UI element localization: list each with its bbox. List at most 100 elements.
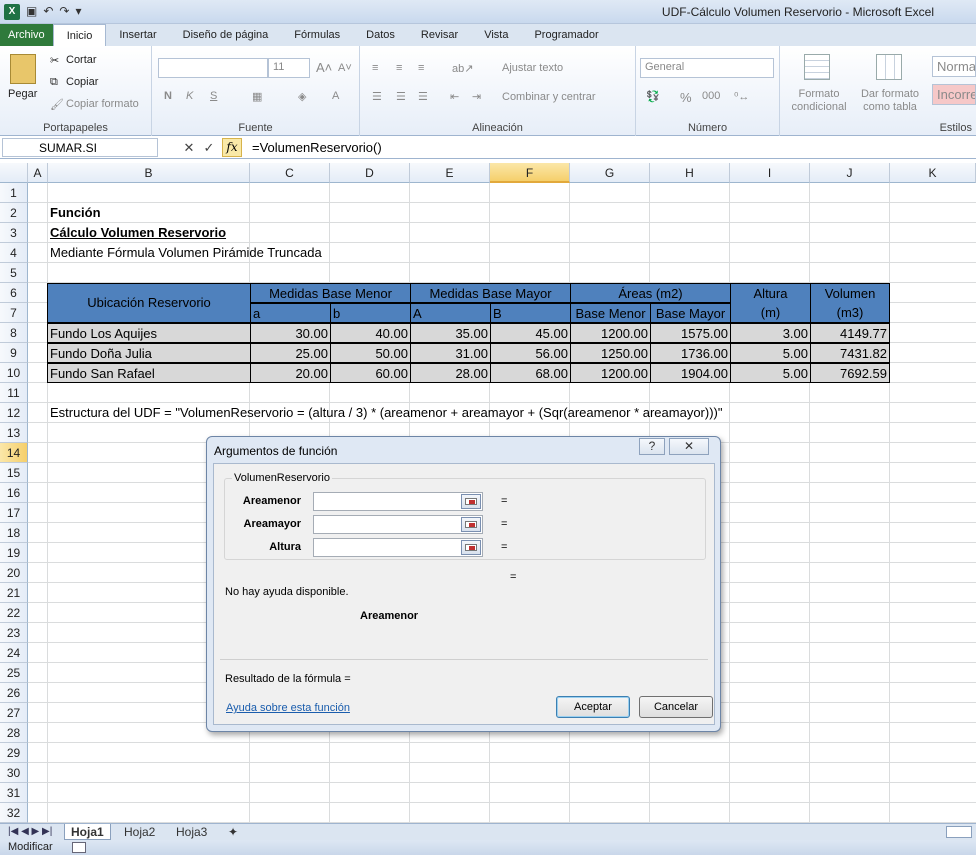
fill-color-icon[interactable]: ◈ bbox=[298, 90, 306, 103]
row-header[interactable]: 21 bbox=[0, 583, 28, 603]
font-size-combo[interactable]: 11 bbox=[268, 58, 310, 78]
table-cell-b[interactable]: 60.00 bbox=[330, 363, 411, 383]
underline-button[interactable]: S bbox=[210, 90, 217, 102]
table-subheader-B[interactable]: B bbox=[490, 303, 571, 323]
table-header-base-mayor[interactable]: Medidas Base Mayor bbox=[410, 283, 571, 303]
table-cell-a[interactable]: 25.00 bbox=[250, 343, 331, 363]
increase-indent-icon[interactable]: ⇥ bbox=[472, 90, 481, 103]
tab-vista[interactable]: Vista bbox=[471, 24, 521, 46]
column-header-h[interactable]: H bbox=[650, 163, 730, 183]
column-header-f[interactable]: F bbox=[490, 163, 570, 183]
font-name-combo[interactable] bbox=[158, 58, 268, 78]
column-header-b[interactable]: B bbox=[48, 163, 250, 183]
column-header-j[interactable]: J bbox=[810, 163, 890, 183]
help-on-function-link[interactable]: Ayuda sobre esta función bbox=[226, 702, 350, 714]
arg-input-altura[interactable] bbox=[313, 538, 483, 557]
row-header[interactable]: 12 bbox=[0, 403, 28, 423]
tab-archivo[interactable]: Archivo bbox=[0, 24, 53, 46]
table-cell-ubicacion[interactable]: Fundo Doña Julia bbox=[47, 343, 251, 363]
row-header[interactable]: 29 bbox=[0, 743, 28, 763]
italic-button[interactable]: K bbox=[186, 90, 193, 102]
table-cell-volumen[interactable]: 7431.82 bbox=[810, 343, 890, 363]
tab-revisar[interactable]: Revisar bbox=[408, 24, 471, 46]
collapse-dialog-icon[interactable] bbox=[461, 517, 481, 532]
table-subheader-volumen-unit[interactable]: (m3) bbox=[810, 303, 890, 323]
row-header[interactable]: 7 bbox=[0, 303, 28, 323]
formula-input[interactable]: =VolumenReservorio() bbox=[248, 138, 976, 157]
paste-icon[interactable] bbox=[10, 54, 36, 84]
paste-button[interactable]: Pegar bbox=[8, 88, 37, 100]
grow-font-icon[interactable]: A˄ bbox=[316, 60, 332, 75]
row-header[interactable]: 32 bbox=[0, 803, 28, 823]
row-header[interactable]: 31 bbox=[0, 783, 28, 803]
style-normal[interactable]: Normal bbox=[932, 56, 976, 77]
table-cell-ubicacion[interactable]: Fundo San Rafael bbox=[47, 363, 251, 383]
row-header[interactable]: 25 bbox=[0, 663, 28, 683]
align-top-icon[interactable]: ≡ bbox=[372, 62, 378, 74]
row-header[interactable]: 19 bbox=[0, 543, 28, 563]
arg-input-areamenor[interactable] bbox=[313, 492, 483, 511]
row-header[interactable]: 6 bbox=[0, 283, 28, 303]
wrap-text-button[interactable]: Ajustar texto bbox=[502, 62, 563, 74]
copy-button[interactable]: Copiar bbox=[66, 76, 98, 88]
row-header[interactable]: 26 bbox=[0, 683, 28, 703]
cancel-formula-button[interactable]: ✕ bbox=[180, 139, 198, 157]
row-header[interactable]: 10 bbox=[0, 363, 28, 383]
sheet-nav-icon[interactable]: |◀ ◀ ▶ ▶| bbox=[2, 824, 58, 840]
row-header[interactable]: 20 bbox=[0, 563, 28, 583]
cell-b4-subtitle[interactable]: Mediante Fórmula Volumen Pirámide Trunca… bbox=[48, 243, 324, 263]
table-cell-area-menor[interactable]: 1200.00 bbox=[570, 363, 651, 383]
merge-center-button[interactable]: Combinar y centrar bbox=[502, 91, 596, 103]
table-cell-A[interactable]: 28.00 bbox=[410, 363, 491, 383]
number-format-combo[interactable]: General bbox=[640, 58, 774, 78]
align-bottom-icon[interactable]: ≡ bbox=[418, 62, 424, 74]
row-header[interactable]: 15 bbox=[0, 463, 28, 483]
table-cell-area-mayor[interactable]: 1575.00 bbox=[650, 323, 731, 343]
row-header[interactable]: 3 bbox=[0, 223, 28, 243]
row-header[interactable]: 24 bbox=[0, 643, 28, 663]
row-header[interactable]: 9 bbox=[0, 343, 28, 363]
align-center-icon[interactable]: ☰ bbox=[396, 90, 406, 103]
percent-button[interactable]: % bbox=[680, 90, 692, 105]
thousands-button[interactable]: 000 bbox=[702, 90, 720, 102]
sheet-tab-hoja3[interactable]: Hoja3 bbox=[170, 824, 213, 840]
align-right-icon[interactable]: ☰ bbox=[418, 90, 428, 103]
align-middle-icon[interactable]: ≡ bbox=[396, 62, 402, 74]
row-header[interactable]: 30 bbox=[0, 763, 28, 783]
table-cell-altura[interactable]: 3.00 bbox=[730, 323, 811, 343]
tab-programador[interactable]: Programador bbox=[521, 24, 611, 46]
table-cell-a[interactable]: 30.00 bbox=[250, 323, 331, 343]
row-header[interactable]: 18 bbox=[0, 523, 28, 543]
sheet-tab-hoja1[interactable]: Hoja1 bbox=[64, 824, 111, 840]
row-header[interactable]: 1 bbox=[0, 183, 28, 203]
tab-formulas[interactable]: Fórmulas bbox=[281, 24, 353, 46]
collapse-dialog-icon[interactable] bbox=[461, 540, 481, 555]
column-header-d[interactable]: D bbox=[330, 163, 410, 183]
table-subheader-area-menor[interactable]: Base Menor bbox=[570, 303, 651, 323]
row-header[interactable]: 23 bbox=[0, 623, 28, 643]
name-box[interactable]: SUMAR.SI bbox=[2, 138, 158, 157]
row-header[interactable]: 14 bbox=[0, 443, 28, 463]
table-cell-area-menor[interactable]: 1250.00 bbox=[570, 343, 651, 363]
row-header[interactable]: 8 bbox=[0, 323, 28, 343]
row-header[interactable]: 13 bbox=[0, 423, 28, 443]
cut-icon[interactable]: ✂ bbox=[50, 54, 59, 67]
table-cell-a[interactable]: 20.00 bbox=[250, 363, 331, 383]
table-cell-ubicacion[interactable]: Fundo Los Aquijes bbox=[47, 323, 251, 343]
collapse-dialog-icon[interactable] bbox=[461, 494, 481, 509]
format-painter-icon[interactable]: 🖌 bbox=[50, 98, 64, 111]
copy-icon[interactable]: ⧉ bbox=[50, 76, 58, 89]
decimal-icon[interactable]: ⁰↔ bbox=[734, 90, 749, 103]
cut-button[interactable]: Cortar bbox=[66, 54, 97, 66]
table-header-ubicacion[interactable]: Ubicación Reservorio bbox=[47, 283, 251, 323]
table-cell-b[interactable]: 40.00 bbox=[330, 323, 411, 343]
table-cell-volumen[interactable]: 7692.59 bbox=[810, 363, 890, 383]
bold-button[interactable]: N bbox=[164, 90, 172, 102]
orientation-icon[interactable]: ab↗ bbox=[452, 62, 473, 75]
table-header-volumen[interactable]: Volumen bbox=[810, 283, 890, 303]
column-header-g[interactable]: G bbox=[570, 163, 650, 183]
borders-icon[interactable]: ▦ bbox=[252, 90, 262, 103]
table-cell-volumen[interactable]: 4149.77 bbox=[810, 323, 890, 343]
row-header[interactable]: 4 bbox=[0, 243, 28, 263]
cell-b3-title[interactable]: Cálculo Volumen Reservorio bbox=[48, 223, 228, 243]
